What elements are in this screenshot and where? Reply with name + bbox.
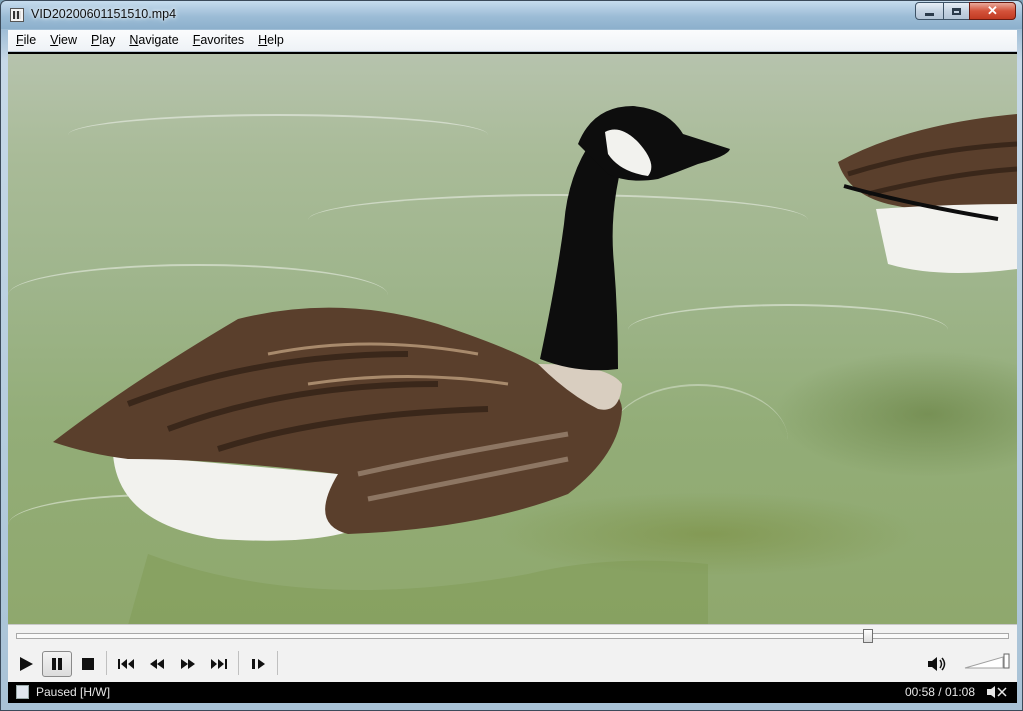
toolbar-divider [277, 651, 278, 675]
rewind-button[interactable] [143, 651, 171, 677]
audio-status-icon[interactable] [985, 684, 1009, 700]
menu-bar: File View Play Navigate Favorites Help [8, 30, 1017, 52]
menu-navigate[interactable]: Navigate [121, 30, 184, 51]
menu-help-label: elp [267, 33, 284, 47]
minimize-button[interactable] [915, 2, 944, 20]
stop-icon [82, 658, 94, 670]
window-controls: ✕ [915, 2, 1016, 21]
maximize-icon [952, 7, 961, 15]
rewind-icon [150, 659, 164, 669]
menu-file[interactable]: File [8, 30, 42, 51]
close-button[interactable]: ✕ [969, 2, 1016, 20]
menu-view-label: iew [58, 33, 78, 47]
skip-forward-icon [211, 659, 227, 669]
seek-thumb[interactable] [863, 629, 874, 643]
pause-icon [52, 658, 62, 670]
menu-favorites-label: avorites [200, 33, 245, 47]
menu-file-accel: F [16, 33, 24, 47]
toolbar-divider [238, 651, 239, 675]
toolbar-divider [106, 651, 107, 675]
speaker-icon [928, 657, 946, 671]
menu-help[interactable]: Help [250, 30, 290, 51]
menu-favorites[interactable]: Favorites [185, 30, 250, 51]
maximize-button[interactable] [943, 2, 970, 20]
menu-help-accel: H [258, 33, 268, 47]
volume-thumb[interactable] [1003, 653, 1010, 669]
pause-button[interactable] [42, 651, 72, 677]
menu-play[interactable]: Play [83, 30, 121, 51]
menu-play-label: lay [99, 33, 116, 47]
player-window: VID20200601151510.mp4 ✕ File View Play N… [0, 0, 1023, 711]
playback-status: Paused [H/W] [36, 685, 111, 699]
skip-back-icon [118, 659, 134, 669]
fast-forward-button[interactable] [174, 651, 202, 677]
minimize-icon [925, 12, 934, 16]
fast-forward-icon [181, 659, 195, 669]
video-frame[interactable] [8, 52, 1017, 625]
status-bar: Paused [H/W] 00:58 / 01:08 [8, 682, 1017, 703]
goose-illustration [53, 106, 1017, 625]
title-bar[interactable]: VID20200601151510.mp4 ✕ [1, 1, 1022, 29]
file-info-icon [16, 685, 29, 699]
window-title: VID20200601151510.mp4 [31, 7, 177, 21]
frame-step-button[interactable] [245, 651, 273, 677]
volume-button[interactable] [923, 651, 951, 677]
time-display: 00:58 / 01:08 [904, 685, 975, 699]
previous-button[interactable] [112, 651, 140, 677]
play-icon [20, 657, 33, 671]
app-icon[interactable] [10, 8, 24, 22]
volume-slider[interactable] [963, 652, 1011, 670]
stop-button[interactable] [74, 651, 102, 677]
close-icon: ✕ [987, 3, 998, 18]
seek-bar[interactable] [16, 629, 1009, 643]
menu-navigate-label: avigate [138, 33, 179, 47]
frame-step-icon [252, 659, 265, 669]
play-button[interactable] [12, 651, 40, 677]
menu-view[interactable]: View [42, 30, 83, 51]
next-button[interactable] [205, 651, 233, 677]
control-bar [8, 624, 1017, 682]
menu-file-label: ile [23, 33, 37, 47]
